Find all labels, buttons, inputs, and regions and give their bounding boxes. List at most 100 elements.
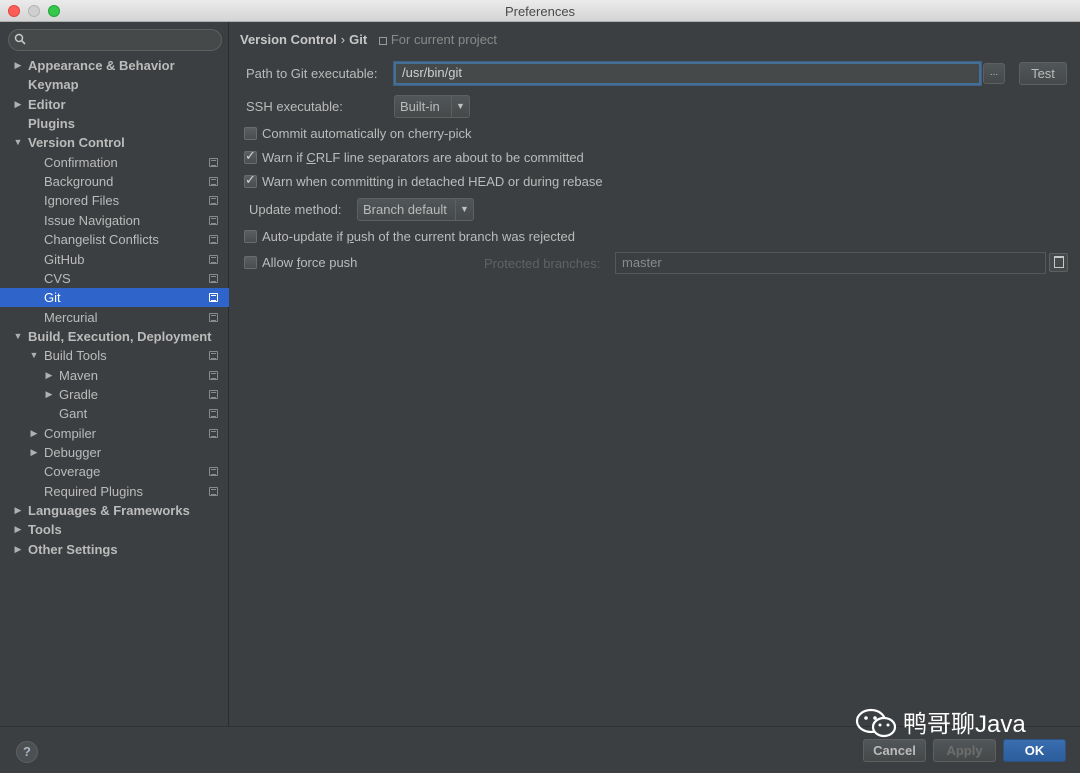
- sidebar-item-label: Appearance & Behavior: [28, 58, 175, 73]
- sidebar-item-label: Build Tools: [44, 348, 107, 363]
- sidebar-item-label: Coverage: [44, 464, 101, 479]
- sidebar-item-build-tools[interactable]: ▼ Build Tools: [0, 346, 229, 365]
- expand-down-icon[interactable]: ▼: [13, 133, 23, 152]
- sidebar-item-label: Plugins: [28, 116, 75, 131]
- sidebar-item-version-control[interactable]: ▼ Version Control: [0, 133, 229, 152]
- sidebar-item-coverage[interactable]: Coverage: [0, 462, 229, 481]
- project-scope-icon: [209, 216, 218, 225]
- sidebar-item-label: Debugger: [44, 445, 102, 460]
- sidebar-item-compiler[interactable]: ▶ Compiler: [0, 424, 229, 443]
- sidebar-item-tools[interactable]: ▶ Tools: [0, 520, 229, 539]
- browse-git-path-button[interactable]: ...: [983, 63, 1005, 84]
- force-push-label: Allow force push: [262, 255, 358, 270]
- cherry-pick-label: Commit automatically on cherry-pick: [262, 126, 472, 141]
- sidebar-item-github[interactable]: GitHub: [0, 250, 229, 269]
- sidebar-item-label: Git: [44, 290, 61, 305]
- sidebar-item-label: Issue Navigation: [44, 213, 141, 228]
- auto-update-checkbox[interactable]: [244, 230, 257, 243]
- sidebar-item-editor[interactable]: ▶ Editor: [0, 95, 229, 114]
- sidebar-item-label: CVS: [44, 271, 71, 286]
- sidebar-item-label: Ignored Files: [44, 193, 120, 208]
- project-scope-icon: [209, 371, 218, 380]
- sidebar-item-label: Compiler: [44, 426, 97, 441]
- sidebar-item-keymap[interactable]: Keymap: [0, 75, 229, 94]
- protected-branches-input: master: [615, 252, 1046, 274]
- sidebar-item-label: Mercurial: [44, 310, 98, 325]
- auto-update-label: Auto-update if push of the current branc…: [262, 229, 575, 244]
- expand-right-icon[interactable]: ▶: [13, 95, 23, 114]
- help-button[interactable]: ?: [16, 741, 38, 763]
- project-scope-icon: [209, 255, 218, 264]
- sidebar-item-git[interactable]: Git: [0, 288, 229, 307]
- detached-head-checkbox[interactable]: ✓: [244, 172, 257, 188]
- crlf-warning-checkbox[interactable]: ✓: [244, 148, 257, 164]
- expand-right-icon[interactable]: ▶: [13, 540, 23, 559]
- expand-down-icon[interactable]: ▼: [29, 346, 39, 365]
- git-path-label: Path to Git executable:: [246, 66, 378, 81]
- sidebar-item-appearance-behavior[interactable]: ▶ Appearance & Behavior: [0, 56, 229, 75]
- watermark-text: 鸭哥聊Java: [903, 711, 1026, 738]
- ssh-executable-select[interactable]: Built-in ▼: [394, 95, 470, 118]
- edit-icon: [1054, 256, 1064, 268]
- expand-right-icon[interactable]: ▶: [13, 520, 23, 539]
- breadcrumb-scope: For current project: [390, 32, 498, 47]
- git-path-input[interactable]: /usr/bin/git: [394, 62, 981, 85]
- sidebar-item-cvs[interactable]: CVS: [0, 269, 229, 288]
- expand-right-icon[interactable]: ▶: [13, 56, 23, 75]
- expand-right-icon[interactable]: ▶: [44, 385, 54, 404]
- project-scope-icon: [209, 196, 218, 205]
- edit-protected-branches-button[interactable]: [1049, 253, 1068, 272]
- expand-right-icon[interactable]: ▶: [13, 501, 23, 520]
- sidebar-item-label: Gant: [59, 406, 88, 421]
- crlf-warning-label: Warn if CRLF line separators are about t…: [262, 150, 584, 165]
- cherry-pick-checkbox[interactable]: [244, 127, 257, 140]
- sidebar-item-build-execution-deployment[interactable]: ▼ Build, Execution, Deployment: [0, 327, 229, 346]
- sidebar-item-issue-navigation[interactable]: Issue Navigation: [0, 211, 229, 230]
- force-push-checkbox[interactable]: [244, 256, 257, 269]
- sidebar-item-background[interactable]: Background: [0, 172, 229, 191]
- sidebar-item-required-plugins[interactable]: Required Plugins: [0, 482, 229, 501]
- project-scope-icon: [209, 293, 218, 302]
- update-method-value: Branch default: [363, 202, 447, 217]
- project-scope-icon: [209, 487, 218, 496]
- settings-search-input[interactable]: [8, 29, 222, 51]
- sidebar-item-languages-frameworks[interactable]: ▶ Languages & Frameworks: [0, 501, 229, 520]
- chevron-down-icon: ▼: [451, 96, 469, 117]
- sidebar-item-plugins[interactable]: Plugins: [0, 114, 229, 133]
- git-settings-panel: Version Control › Git For current project …: [230, 22, 1080, 726]
- project-scope-icon: [209, 429, 218, 438]
- sidebar-item-label: Editor: [28, 97, 66, 112]
- breadcrumb-version-control[interactable]: Version Control: [240, 32, 337, 47]
- expand-right-icon[interactable]: ▶: [29, 443, 39, 462]
- project-scope-icon: [209, 158, 218, 167]
- apply-button[interactable]: Apply: [933, 739, 996, 762]
- sidebar-item-debugger[interactable]: ▶ Debugger: [0, 443, 229, 462]
- sidebar-item-changelist-conflicts[interactable]: Changelist Conflicts: [0, 230, 229, 249]
- expand-down-icon[interactable]: ▼: [13, 327, 23, 346]
- chevron-down-icon: ▼: [455, 199, 473, 220]
- test-git-button[interactable]: Test: [1019, 62, 1067, 85]
- sidebar-item-gant[interactable]: Gant: [0, 404, 229, 423]
- breadcrumb: Version Control › Git For current project: [240, 32, 497, 47]
- project-scope-icon: [209, 313, 218, 322]
- update-method-select[interactable]: Branch default ▼: [357, 198, 474, 221]
- sidebar-item-ignored-files[interactable]: Ignored Files: [0, 191, 229, 210]
- ok-button[interactable]: OK: [1003, 739, 1066, 762]
- sidebar-item-label: Changelist Conflicts: [44, 232, 159, 247]
- sidebar-item-confirmation[interactable]: Confirmation: [0, 153, 229, 172]
- sidebar-item-mercurial[interactable]: Mercurial: [0, 308, 229, 327]
- expand-right-icon[interactable]: ▶: [29, 424, 39, 443]
- project-scope-icon: [378, 37, 387, 45]
- project-scope-icon: [209, 409, 218, 418]
- expand-right-icon[interactable]: ▶: [44, 366, 54, 385]
- cancel-button[interactable]: Cancel: [863, 739, 926, 762]
- project-scope-icon: [209, 235, 218, 244]
- wechat-icon: [855, 708, 897, 738]
- sidebar-item-other-settings[interactable]: ▶ Other Settings: [0, 540, 229, 559]
- project-scope-icon: [209, 467, 218, 476]
- sidebar-item-gradle[interactable]: ▶ Gradle: [0, 385, 229, 404]
- sidebar-item-label: Gradle: [59, 387, 99, 402]
- ssh-executable-label: SSH executable:: [246, 99, 343, 114]
- sidebar-item-label: Other Settings: [28, 542, 118, 557]
- sidebar-item-maven[interactable]: ▶ Maven: [0, 366, 229, 385]
